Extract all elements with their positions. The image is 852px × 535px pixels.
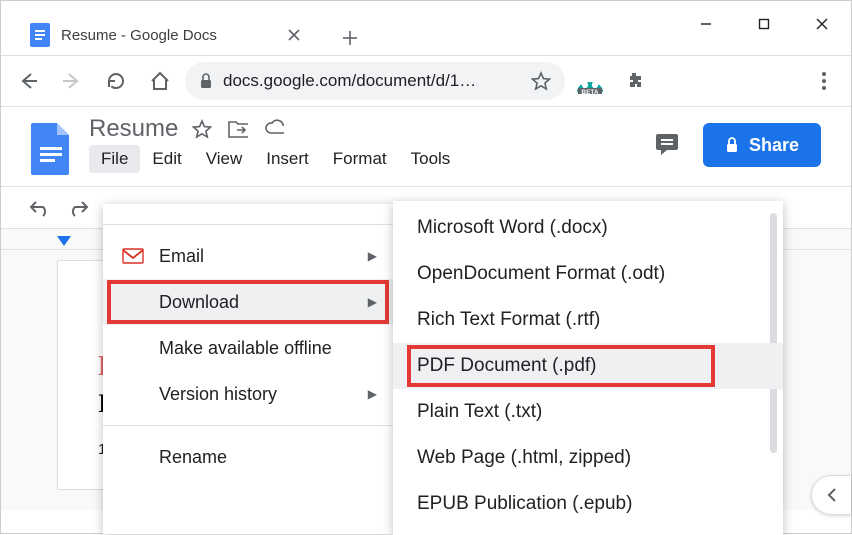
lock-icon	[199, 73, 213, 89]
menu-format[interactable]: Format	[321, 145, 399, 173]
download-option-txt[interactable]: Plain Text (.txt)	[393, 389, 783, 435]
download-option-pdf[interactable]: PDF Document (.pdf)	[393, 343, 783, 389]
menu-item-download[interactable]: Download ▶	[103, 279, 393, 325]
menu-item-version-history[interactable]: Version history ▶	[103, 371, 393, 417]
download-option-html[interactable]: Web Page (.html, zipped)	[393, 435, 783, 481]
docs-menu-bar: File Edit View Insert Format Tools	[89, 145, 462, 173]
download-option-docx[interactable]: Microsoft Word (.docx)	[393, 205, 783, 251]
window-maximize[interactable]	[735, 9, 793, 39]
docs-logo-icon[interactable]	[31, 121, 71, 175]
menu-item-offline[interactable]: Make available offline	[103, 325, 393, 371]
nav-back-button[interactable]	[9, 62, 47, 100]
menu-view[interactable]: View	[194, 145, 255, 173]
chrome-menu-button[interactable]	[805, 62, 843, 100]
menu-insert[interactable]: Insert	[254, 145, 321, 173]
docs-favicon	[29, 24, 51, 46]
menu-item-label: Rename	[159, 447, 227, 468]
download-option-odt[interactable]: OpenDocument Format (.odt)	[393, 251, 783, 297]
bookmark-star-icon[interactable]	[531, 71, 551, 91]
menu-file[interactable]: File	[89, 145, 140, 173]
browser-tab[interactable]: Resume - Google Docs	[15, 15, 315, 55]
star-document-icon[interactable]	[192, 119, 212, 139]
file-menu-dropdown: Email ▶ Download ▶ Make available offlin…	[103, 204, 393, 534]
download-option-rtf[interactable]: Rich Text Format (.rtf)	[393, 297, 783, 343]
address-bar[interactable]: docs.google.com/document/d/1…	[185, 62, 565, 100]
extensions-button[interactable]	[615, 62, 653, 100]
menu-item-label: Email	[159, 246, 204, 267]
redo-icon[interactable]	[67, 199, 89, 217]
window-minimize[interactable]	[677, 9, 735, 39]
submenu-arrow-icon: ▶	[368, 295, 377, 309]
comments-icon[interactable]	[653, 131, 681, 159]
submenu-arrow-icon: ▶	[368, 249, 377, 263]
nav-reload-button[interactable]	[97, 62, 135, 100]
tab-title: Resume - Google Docs	[61, 27, 277, 44]
gmail-icon	[121, 248, 145, 264]
new-tab-button[interactable]	[333, 21, 367, 55]
tab-close-icon[interactable]	[287, 28, 301, 42]
document-title[interactable]: Resume	[89, 115, 178, 143]
download-option-epub[interactable]: EPUB Publication (.epub)	[393, 481, 783, 527]
menu-item-label: Download	[159, 292, 239, 313]
lock-icon	[725, 137, 739, 153]
extension-beta-icon[interactable]: BETA	[575, 70, 605, 92]
browser-toolbar: docs.google.com/document/d/1… BETA	[1, 55, 851, 107]
undo-icon[interactable]	[29, 199, 51, 217]
nav-home-button[interactable]	[141, 62, 179, 100]
share-label: Share	[749, 135, 799, 156]
submenu-arrow-icon: ▶	[368, 387, 377, 401]
window-close[interactable]	[793, 9, 851, 39]
download-submenu: Microsoft Word (.docx) OpenDocument Form…	[393, 201, 783, 535]
share-button[interactable]: Share	[703, 123, 821, 167]
menu-edit[interactable]: Edit	[140, 145, 193, 173]
explore-fab[interactable]	[811, 475, 851, 515]
menu-item-label: Make available offline	[159, 338, 332, 359]
menu-item-rename[interactable]: Rename	[103, 434, 393, 480]
svg-text:BETA: BETA	[581, 89, 599, 94]
url-text: docs.google.com/document/d/1…	[223, 71, 476, 91]
cloud-status-icon[interactable]	[264, 119, 284, 139]
move-document-icon[interactable]	[228, 119, 248, 139]
menu-tools[interactable]: Tools	[399, 145, 463, 173]
nav-forward-button[interactable]	[53, 62, 91, 100]
docs-header: Resume File Edit View Insert Format Tool…	[1, 107, 851, 186]
menu-item-label: Version history	[159, 384, 277, 405]
menu-item-email[interactable]: Email ▶	[103, 233, 393, 279]
